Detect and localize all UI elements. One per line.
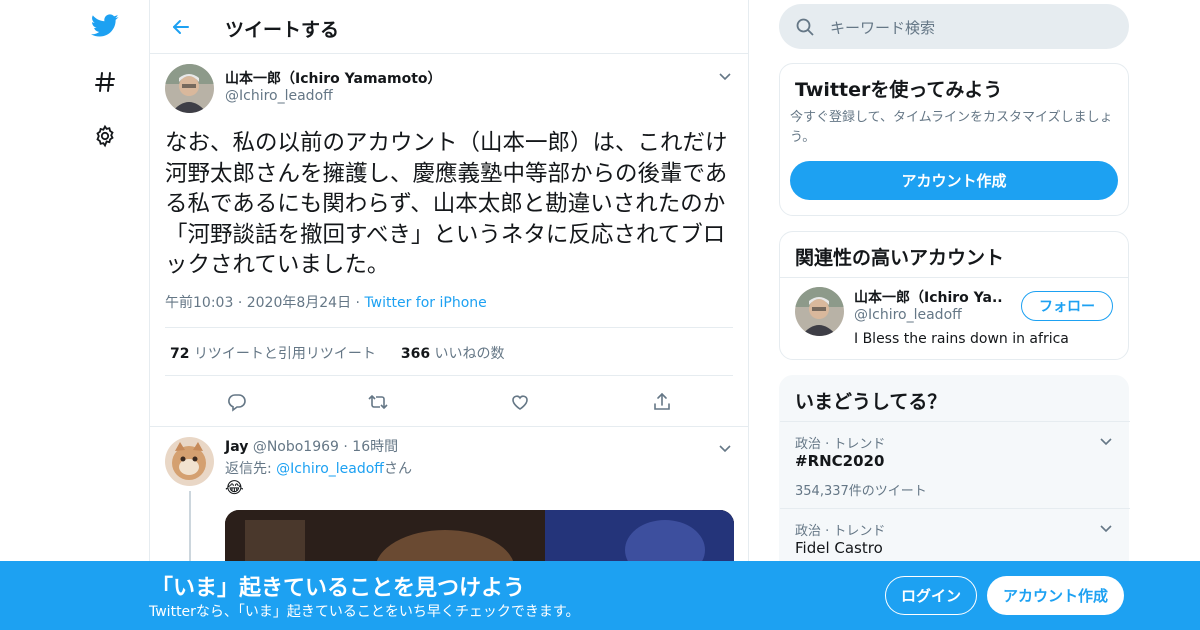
- retweet-icon[interactable]: [366, 390, 390, 414]
- reply-to-link[interactable]: @Ichiro_leadoff: [276, 461, 384, 477]
- reply-to-suffix: さん: [383, 461, 412, 477]
- related-title: 関連性の高いアカウント: [795, 247, 1005, 269]
- meta-separator: ·: [343, 439, 353, 455]
- tweet-text: なお、私の以前のアカウント（山本一郎）は、これだけ河野太郎さんを擁護し、慶應義塾…: [165, 130, 728, 278]
- trend-count: 354,337件のツイート: [795, 484, 927, 499]
- retweet-label: リツイートと引用リツイート: [193, 346, 376, 362]
- signup-card-title: Twitterを使ってみよう: [795, 79, 1003, 101]
- author-handle[interactable]: @Ichiro_leadoff: [225, 88, 333, 104]
- reply-to-prefix: 返信先:: [225, 461, 277, 477]
- related-accounts-card: 関連性の高いアカウント 山本一郎（Ichiro Ya... @Ichiro_le…: [779, 231, 1129, 360]
- meta-separator: ·: [237, 295, 247, 311]
- reply-author-name[interactable]: Jay: [225, 439, 248, 455]
- header: ツイートする: [150, 0, 748, 54]
- tweet-meta: 午前10:03 · 2020年8月24日 · Twitter for iPhon…: [165, 292, 487, 312]
- like-count: 366: [400, 346, 431, 362]
- bottom-banner: 「いま」起きていることを見つけよう Twitterなら、「いま」起きていることを…: [0, 561, 1200, 630]
- chevron-down-icon[interactable]: [1098, 433, 1114, 449]
- author-name[interactable]: 山本一郎（Ichiro Yamamoto）: [225, 68, 442, 88]
- avatar[interactable]: [165, 437, 214, 486]
- share-icon[interactable]: [650, 390, 674, 414]
- search-icon: [795, 17, 815, 37]
- banner-subtitle: Twitterなら、「いま」起きていることをいち早くチェックできます。: [149, 604, 580, 620]
- thread-line: [189, 491, 191, 571]
- tweet-time[interactable]: 午前10:03: [165, 295, 233, 311]
- avatar[interactable]: [795, 287, 844, 336]
- back-arrow-icon[interactable]: [168, 14, 194, 40]
- reply-to-line: 返信先: @Ichiro_leadoffさん: [225, 458, 412, 478]
- tweet-source[interactable]: Twitter for iPhone: [364, 295, 486, 311]
- page: ツイートする 山本一郎（Ichiro Yamamoto） @Ichiro_lea…: [0, 0, 1200, 630]
- left-nav: [80, 0, 130, 630]
- search-input[interactable]: キーワード検索: [830, 17, 935, 38]
- main-column: ツイートする 山本一郎（Ichiro Yamamoto） @Ichiro_lea…: [149, 0, 749, 630]
- signup-button[interactable]: アカウント作成: [987, 576, 1124, 615]
- divider: [780, 508, 1130, 509]
- tweet-date[interactable]: 2020年8月24日: [247, 295, 351, 311]
- trend-category: 政治 · トレンド: [795, 437, 886, 452]
- reply-header: Jay @Nobo1969 · 16時間: [225, 436, 398, 456]
- avatar[interactable]: [165, 64, 214, 113]
- retweet-stat[interactable]: 72 リツイートと引用リツイート: [170, 346, 376, 362]
- like-icon[interactable]: [508, 390, 532, 414]
- signup-card-button[interactable]: アカウント作成: [790, 161, 1118, 200]
- like-label: いいねの数: [434, 346, 505, 362]
- chevron-down-icon[interactable]: [1098, 520, 1114, 536]
- divider: [780, 277, 1128, 278]
- trend-name[interactable]: #RNC2020: [795, 452, 884, 470]
- gear-icon[interactable]: [90, 121, 120, 151]
- search-box[interactable]: キーワード検索: [779, 4, 1129, 49]
- chevron-down-icon[interactable]: [717, 440, 733, 456]
- reply-time[interactable]: 16時間: [352, 439, 398, 455]
- page-title: ツイートする: [225, 19, 340, 41]
- banner-title: 「いま」起きていることを見つけよう: [151, 576, 526, 601]
- tweet-stats: 72 リツイートと引用リツイート 366 いいねの数: [170, 343, 505, 363]
- trend-category: 政治 · トレンド: [795, 524, 886, 539]
- hashtag-icon[interactable]: [90, 67, 120, 97]
- retweet-count: 72: [170, 346, 190, 362]
- related-account-handle[interactable]: @Ichiro_leadoff: [854, 307, 962, 323]
- twitter-bird-icon[interactable]: [90, 11, 120, 41]
- reply-text: 😂: [225, 478, 244, 497]
- reply-author-handle[interactable]: @Nobo1969: [253, 439, 339, 455]
- like-stat[interactable]: 366 いいねの数: [401, 346, 505, 362]
- chevron-down-icon[interactable]: [717, 68, 733, 84]
- login-button[interactable]: ログイン: [885, 576, 977, 615]
- signup-card-desc: 今すぐ登録して、タイムラインをカスタマイズしましょう。: [790, 110, 1113, 145]
- divider: [165, 375, 733, 376]
- follow-button[interactable]: フォロー: [1021, 291, 1113, 321]
- divider: [165, 327, 733, 328]
- related-account-name[interactable]: 山本一郎（Ichiro Ya...: [854, 287, 1004, 307]
- signup-card: Twitterを使ってみよう 今すぐ登録して、タイムラインをカスタマイズしましょ…: [779, 63, 1129, 216]
- reply-icon[interactable]: [225, 390, 249, 414]
- trends-card: いまどうしてる？ 政治 · トレンド #RNC2020 354,337件のツイー…: [779, 375, 1130, 575]
- related-account-bio: I Bless the rains down in africa: [854, 331, 1069, 347]
- trend-name[interactable]: Fidel Castro: [795, 539, 883, 557]
- divider: [150, 426, 748, 427]
- divider: [780, 421, 1130, 422]
- trends-title: いまどうしてる？: [795, 391, 947, 413]
